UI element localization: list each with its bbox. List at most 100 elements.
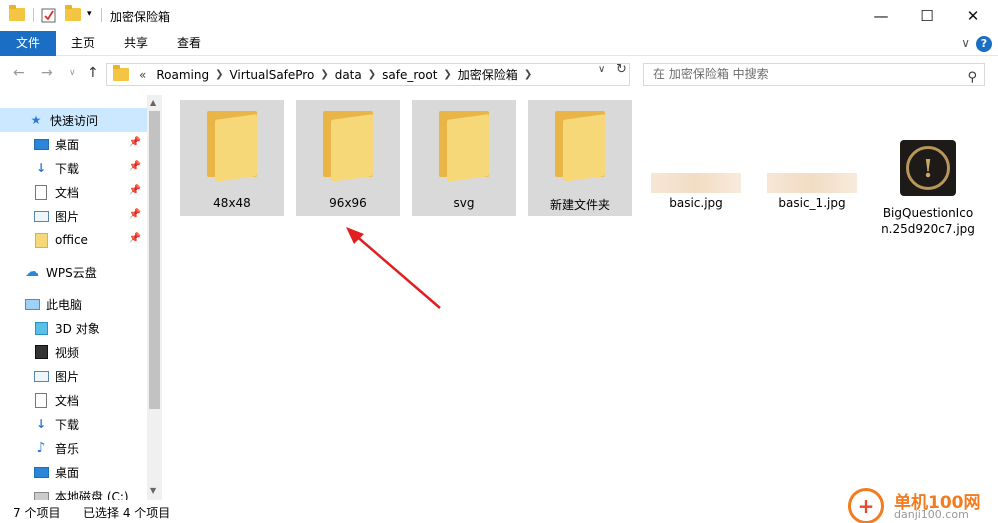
folder-item-svg[interactable]: svg [412,100,516,216]
search-input[interactable]: 在 加密保险箱 中搜索 ⚲ [643,63,985,86]
recent-locations-icon[interactable]: ∨ [69,68,76,78]
folder-icon [33,232,49,248]
pin-icon[interactable]: 📌 [129,185,141,196]
picture-icon [33,208,49,224]
breadcrumb-current[interactable]: 加密保险箱 [458,66,518,83]
divider [101,8,102,22]
chevron-right-icon[interactable]: ❯ [443,69,451,80]
customize-quick-access-icon[interactable]: ▾ [87,9,92,19]
nav-item-office[interactable]: office 📌 [0,228,147,252]
maximize-button[interactable]: ☐ [904,0,950,31]
chevron-down-icon[interactable]: ∨ [598,64,605,75]
pin-icon[interactable]: 📌 [129,161,141,172]
nav-item-label: 3D 对象 [55,321,100,336]
annotation-arrow [346,227,441,309]
chevron-right-icon[interactable]: ❯ [320,69,328,80]
scroll-thumb[interactable] [149,111,160,409]
nav-item-label: 图片 [55,369,80,384]
file-item-bigquestionicon[interactable]: ! BigQuestionIcon.25d920c7.jpg [876,100,980,240]
scroll-down-icon[interactable]: ▼ [150,486,156,495]
refresh-icon[interactable]: ↻ [616,62,627,77]
properties-icon[interactable] [41,8,56,26]
breadcrumb-roaming[interactable]: Roaming [156,68,209,82]
breadcrumb-overflow[interactable]: « [139,68,146,82]
breadcrumb-safe-root[interactable]: safe_root [382,68,437,82]
chevron-right-icon[interactable]: ❯ [215,69,223,80]
folder-icon [9,5,25,21]
nav-item-label: 文档 [55,393,80,408]
watermark-logo-icon: + [848,488,884,523]
folder-item-48x48[interactable]: 48x48 [180,100,284,216]
minimize-button[interactable]: — [858,0,904,31]
nav-item-downloads[interactable]: ↓ 下载 📌 [0,156,147,180]
star-icon: ★ [30,113,42,127]
nav-item-documents-pc[interactable]: 文档 [0,388,147,412]
back-arrow-icon[interactable]: ← [13,65,25,81]
folder-item-new-folder[interactable]: 新建文件夹 [528,100,632,216]
nav-item-pictures[interactable]: 图片 📌 [0,204,147,228]
close-button[interactable]: ✕ [950,0,996,31]
nav-item-videos[interactable]: 视频 [0,340,147,364]
image-thumbnail [767,173,857,193]
nav-item-local-disk-c[interactable]: 本地磁盘 (C:) [0,484,147,500]
tab-share[interactable]: 共享 [114,31,158,56]
forward-arrow-icon[interactable]: → [41,65,53,81]
nav-item-music[interactable]: ♪ 音乐 [0,436,147,460]
drive-icon [33,488,49,500]
nav-item-label: 文档 [55,185,80,200]
nav-scrollbar[interactable]: ▲ ▼ [147,95,162,500]
file-name: BigQuestionIcon.25d920c7.jpg [881,206,975,236]
window-title: 加密保险箱 [110,10,171,24]
breadcrumb-virtualsafepro[interactable]: VirtualSafePro [229,68,314,82]
nav-item-this-pc[interactable]: 此电脑 [0,292,147,316]
nav-item-quick-access[interactable]: ★ 快速访问 [0,108,147,132]
cube-icon [33,320,49,336]
divider [33,8,34,22]
search-icon[interactable]: ⚲ [967,67,977,88]
help-icon[interactable]: ? [976,36,992,52]
nav-item-label: 图片 [55,209,80,224]
nav-item-label: 视频 [55,345,80,360]
file-item-basic-jpg[interactable]: basic.jpg [644,100,748,216]
search-placeholder: 在 加密保险箱 中搜索 [653,67,769,81]
up-arrow-icon[interactable]: ↑ [87,65,99,81]
file-item-basic-1-jpg[interactable]: basic_1.jpg [760,100,864,216]
expand-ribbon-icon[interactable]: ∨ [961,36,970,50]
nav-item-3d-objects[interactable]: 3D 对象 [0,316,147,340]
title-bar: ▾ 加密保险箱 — ☐ ✕ [0,0,998,31]
nav-item-label: 音乐 [55,441,80,456]
nav-item-desktop[interactable]: 桌面 📌 [0,132,147,156]
nav-item-label: WPS云盘 [46,265,97,280]
pin-icon[interactable]: 📌 [129,233,141,244]
folder-item-96x96[interactable]: 96x96 [296,100,400,216]
tab-home[interactable]: 主页 [61,31,105,56]
chevron-right-icon[interactable]: ❯ [524,69,532,80]
pin-icon[interactable]: 📌 [129,209,141,220]
pin-icon[interactable]: 📌 [129,137,141,148]
nav-item-downloads-pc[interactable]: ↓ 下载 [0,412,147,436]
address-row: ← → ∨ ↑ « Roaming ❯ VirtualSafePro ❯ dat… [0,57,998,93]
tab-view[interactable]: 查看 [167,31,211,56]
address-bar[interactable]: « Roaming ❯ VirtualSafePro ❯ data ❯ safe… [106,63,630,86]
file-name: basic_1.jpg [778,196,846,210]
tab-file[interactable]: 文件 [0,31,56,56]
breadcrumb-data[interactable]: data [335,68,362,82]
file-name: 48x48 [213,196,251,210]
chevron-right-icon[interactable]: ❯ [368,69,376,80]
nav-item-pictures-pc[interactable]: 图片 [0,364,147,388]
nav-item-documents[interactable]: 文档 📌 [0,180,147,204]
nav-item-desktop-pc[interactable]: 桌面 [0,460,147,484]
file-name: basic.jpg [669,196,723,210]
new-folder-icon[interactable] [65,5,81,21]
download-icon: ↓ [35,417,47,431]
file-list: 48x48 96x96 svg 新建文件夹 basic.jpg basic_1.… [163,95,998,500]
watermark: + 单机100网 danji100.com [848,486,998,523]
folder-icon [323,111,373,182]
computer-icon [24,296,40,312]
scroll-up-icon[interactable]: ▲ [150,98,156,107]
nav-item-label: 桌面 [55,465,80,480]
folder-icon [555,111,605,182]
folder-icon [113,65,129,81]
watermark-subtitle: danji100.com [894,508,969,521]
nav-item-wps-cloud[interactable]: ☁ WPS云盘 [0,260,147,284]
